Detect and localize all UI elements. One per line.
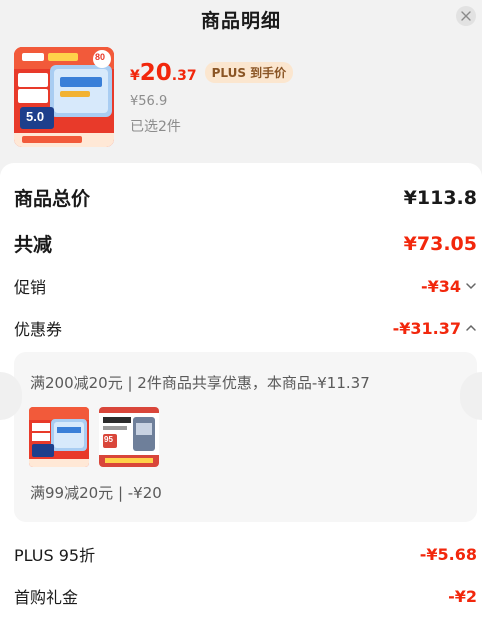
discount-row: 共减 ¥73.05 <box>14 230 477 257</box>
original-price: ¥56.9 <box>130 94 168 109</box>
price-integer: 20 <box>139 60 172 86</box>
plus-discount-row: PLUS 95折 -¥5.68 <box>14 542 477 566</box>
price-line: ¥ 20 .37 PLUS 到手价 <box>130 60 294 86</box>
wipes-thumb-icon <box>29 407 89 467</box>
coupon-row[interactable]: 优惠券 -¥31.37 <box>14 316 477 340</box>
total-label: 商品总价 <box>14 188 91 210</box>
discount-label: 共减 <box>14 234 53 256</box>
close-button[interactable] <box>456 6 476 26</box>
discount-value: ¥73.05 <box>403 232 477 255</box>
plus-price-tag: PLUS 到手价 <box>204 62 294 83</box>
selected-count: 已选2件 <box>130 119 181 135</box>
total-value: ¥113.8 <box>403 186 477 209</box>
price-decimal: .37 <box>171 68 197 84</box>
first-purchase-row: 首购礼金 -¥2 <box>14 584 477 608</box>
promo-value: -¥34 <box>420 276 461 296</box>
close-icon <box>461 11 471 21</box>
wipes-image <box>14 47 114 147</box>
promo-value-wrap: -¥34 <box>421 277 477 296</box>
promo-row[interactable]: 促销 -¥34 <box>14 274 477 298</box>
first-purchase-label: 首购礼金 <box>14 588 79 607</box>
header: 商品明细 <box>0 0 482 36</box>
coupon-item-pet-food[interactable]: 95 <box>99 407 159 467</box>
chevron-down-icon[interactable] <box>465 280 477 292</box>
thumb-rating-badge: 5.0 <box>26 109 45 124</box>
thumb-corner-number: 80 <box>95 52 106 62</box>
coupon-detail-box: 满200减20元 | 2件商品共享优惠，本商品-¥11.37 95 满99减20… <box>14 352 477 522</box>
price-currency: ¥ <box>130 68 140 84</box>
coupon-label: 优惠券 <box>14 320 63 339</box>
page-title: 商品明细 <box>200 9 281 32</box>
promo-label: 促销 <box>14 278 47 297</box>
coupon-value: -¥31.37 <box>392 318 461 338</box>
coupon-item-wipes[interactable] <box>29 407 89 467</box>
coupon-detail-line2: 满99减20元 | -¥20 <box>30 484 162 502</box>
product-summary: 5.0 80 ¥ 20 .37 PLUS 到手价 ¥56.9 已选2件 <box>14 47 474 151</box>
chevron-up-icon[interactable] <box>465 322 477 334</box>
first-purchase-value: -¥2 <box>448 586 477 606</box>
coupon-value-wrap: -¥31.37 <box>393 319 477 338</box>
pet-food-discount-text: 95 <box>104 435 113 444</box>
plus-discount-value: -¥5.68 <box>419 544 477 564</box>
coupon-detail-line1: 满200减20元 | 2件商品共享优惠，本商品-¥11.37 <box>30 374 370 392</box>
product-image[interactable]: 5.0 80 <box>14 47 114 147</box>
total-row: 商品总价 ¥113.8 <box>14 184 477 211</box>
plus-discount-label: PLUS 95折 <box>14 546 96 565</box>
